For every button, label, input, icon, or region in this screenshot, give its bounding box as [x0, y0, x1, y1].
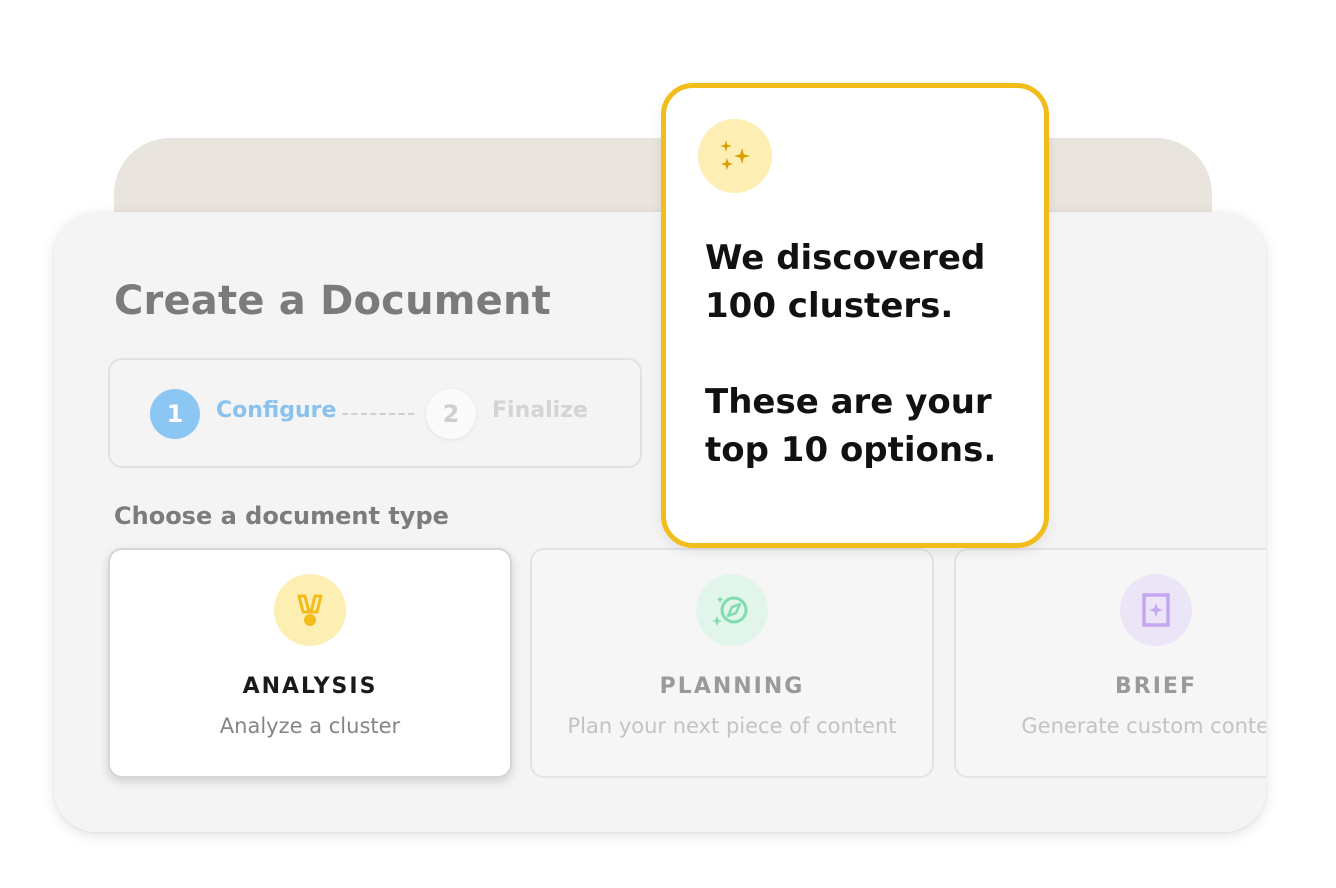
sparkle-frame-icon — [1120, 574, 1192, 646]
card-subtitle: Analyze a cluster — [219, 714, 401, 738]
document-type-label: Choose a document type — [114, 502, 449, 530]
step-2-indicator[interactable]: 2 — [426, 389, 476, 439]
document-type-card-brief[interactable]: BRIEF Generate custom content — [954, 548, 1266, 778]
step-connector — [342, 413, 414, 415]
document-type-card-planning[interactable]: PLANNING Plan your next piece of content — [530, 548, 934, 778]
card-subtitle: Plan your next piece of content — [567, 714, 897, 738]
tooltip-message: We discovered 100 clusters. These are yo… — [705, 234, 1035, 474]
tooltip-line-1: We discovered 100 clusters. — [705, 238, 986, 326]
card-title: ANALYSIS — [242, 674, 378, 699]
card-title: BRIEF — [1115, 674, 1197, 699]
create-document-dialog: Create a Document 1 Configure 2 Finalize… — [54, 212, 1266, 832]
medal-icon — [274, 574, 346, 646]
sparkles-icon — [698, 119, 772, 193]
dialog-title: Create a Document — [114, 278, 551, 324]
step-1-label[interactable]: Configure — [216, 398, 336, 423]
card-title: PLANNING — [659, 674, 805, 699]
document-type-card-analysis[interactable]: ANALYSIS Analyze a cluster — [108, 548, 512, 778]
step-2-label[interactable]: Finalize — [492, 398, 588, 423]
clusters-tooltip: We discovered 100 clusters. These are yo… — [661, 83, 1049, 548]
compass-icon — [696, 574, 768, 646]
step-1-indicator[interactable]: 1 — [150, 389, 200, 439]
card-subtitle: Generate custom content — [1021, 714, 1266, 738]
stepper: 1 Configure 2 Finalize — [108, 358, 642, 468]
tooltip-line-2: These are your top 10 options. — [705, 382, 997, 470]
